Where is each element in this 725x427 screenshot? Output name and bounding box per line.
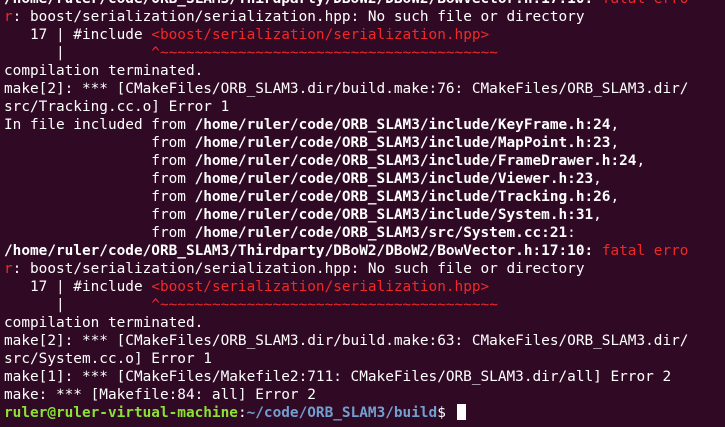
output-text: 17 | #include (4, 279, 152, 295)
file-path-text: /home/ruler/code/ORB_SLAM3/include/MapPo… (194, 135, 611, 151)
output-text: : (567, 225, 576, 241)
output-line: | ^~~~~~~~~~~~~~~~~~~~~~~~~~~~~~~~~~~~~~… (4, 44, 725, 62)
output-text: : boost/serialization/serialization.hpp:… (12, 9, 585, 25)
output-text: 17 | #include (4, 27, 152, 43)
output-text: from (4, 135, 195, 151)
output-text: from (4, 153, 195, 169)
output-text: : boost/serialization/serialization.hpp:… (12, 261, 585, 277)
terminal-output: /home/ruler/code/ORB_SLAM3/Thirdparty/DB… (4, 0, 725, 404)
file-path-text: /home/ruler/code/ORB_SLAM3/include/Viewe… (194, 171, 594, 187)
file-path-text: /home/ruler/code/ORB_SLAM3/Thirdparty/DB… (4, 243, 602, 259)
output-line: from /home/ruler/code/ORB_SLAM3/include/… (4, 152, 725, 170)
text-cursor (456, 404, 466, 420)
output-line: compilation terminated. (4, 62, 725, 80)
prompt-user-host: ruler@ruler-virtual-machine (4, 405, 238, 421)
output-line: make[2]: *** [CMakeFiles/ORB_SLAM3.dir/b… (4, 332, 725, 350)
output-text: , (610, 135, 620, 151)
output-line: compilation terminated. (4, 314, 725, 332)
output-line: from /home/ruler/code/ORB_SLAM3/include/… (4, 170, 725, 188)
prompt-separator: : (237, 405, 247, 421)
output-line: In file included from /home/ruler/code/O… (4, 116, 725, 134)
output-text: src/System.cc.o] Error 1 (4, 351, 212, 367)
output-text: make: *** [Makefile:84: all] Error 2 (4, 387, 316, 403)
error-text: r (4, 9, 13, 25)
error-text: fatal erro (601, 243, 689, 259)
output-line: 17 | #include <boost/serialization/seria… (4, 26, 725, 44)
output-text: , (610, 189, 620, 205)
output-line: /home/ruler/code/ORB_SLAM3/Thirdparty/DB… (4, 242, 725, 260)
output-text: src/Tracking.cc.o] Error 1 (4, 99, 230, 115)
output-line: r: boost/serialization/serialization.hpp… (4, 260, 725, 278)
output-line: | ^~~~~~~~~~~~~~~~~~~~~~~~~~~~~~~~~~~~~~… (4, 296, 725, 314)
output-line: /home/ruler/code/ORB_SLAM3/Thirdparty/DB… (4, 0, 725, 8)
terminal-window[interactable]: /home/ruler/code/ORB_SLAM3/Thirdparty/DB… (0, 0, 725, 421)
output-text: , (636, 153, 646, 169)
output-line: from /home/ruler/code/ORB_SLAM3/include/… (4, 134, 725, 152)
output-text: , (593, 207, 602, 223)
file-path-text: /home/ruler/code/ORB_SLAM3/include/KeyFr… (194, 117, 611, 133)
output-text: make[2]: *** [CMakeFiles/ORB_SLAM3.dir/b… (4, 333, 689, 349)
output-text: , (593, 171, 602, 187)
output-text: | (4, 45, 152, 61)
output-line: 17 | #include <boost/serialization/seria… (4, 278, 725, 296)
error-text: r (4, 261, 13, 277)
output-line: src/System.cc.o] Error 1 (4, 350, 725, 368)
output-text: from (4, 207, 195, 223)
output-text: from (4, 225, 195, 241)
output-text: , (610, 117, 620, 133)
file-path-text: /home/ruler/code/ORB_SLAM3/include/Track… (194, 189, 611, 205)
output-text: make[1]: *** [CMakeFiles/Makefile2:711: … (4, 369, 672, 385)
output-text: | (4, 297, 152, 313)
error-text: fatal erro (602, 0, 689, 7)
file-path-text: /home/ruler/code/ORB_SLAM3/include/Frame… (194, 153, 637, 169)
prompt-path: ~/code/ORB_SLAM3/build (246, 405, 438, 421)
file-path-text: /home/ruler/code/ORB_SLAM3/include/Syste… (194, 207, 594, 223)
error-text: ^~~~~~~~~~~~~~~~~~~~~~~~~~~~~~~~~~~~~~~~ (151, 45, 498, 61)
output-line: make[1]: *** [CMakeFiles/Makefile2:711: … (4, 368, 725, 386)
output-text: from (4, 171, 195, 187)
output-line: r: boost/serialization/serialization.hpp… (4, 8, 725, 26)
error-text: <boost/serialization/serialization.hpp> (151, 27, 490, 43)
output-line: from /home/ruler/code/ORB_SLAM3/src/Syst… (4, 224, 725, 242)
file-path-text: /home/ruler/code/ORB_SLAM3/src/System.cc… (194, 225, 568, 241)
output-line: src/Tracking.cc.o] Error 1 (4, 98, 725, 116)
output-text: In file included from (4, 117, 195, 133)
error-text: <boost/serialization/serialization.hpp> (151, 279, 490, 295)
output-line: make: *** [Makefile:84: all] Error 2 (4, 386, 725, 404)
prompt-symbol: $ (437, 405, 455, 421)
output-line: from /home/ruler/code/ORB_SLAM3/include/… (4, 188, 725, 206)
shell-prompt[interactable]: ruler@ruler-virtual-machine:~/code/ORB_S… (4, 404, 725, 422)
output-text: from (4, 189, 195, 205)
error-text: ^~~~~~~~~~~~~~~~~~~~~~~~~~~~~~~~~~~~~~~~ (151, 297, 498, 313)
file-path-text: /home/ruler/code/ORB_SLAM3/Thirdparty/DB… (4, 0, 602, 7)
output-text: compilation terminated. (4, 63, 204, 79)
output-line: from /home/ruler/code/ORB_SLAM3/include/… (4, 206, 725, 224)
output-text: compilation terminated. (4, 315, 204, 331)
output-line: make[2]: *** [CMakeFiles/ORB_SLAM3.dir/b… (4, 80, 725, 98)
output-text: make[2]: *** [CMakeFiles/ORB_SLAM3.dir/b… (4, 81, 689, 97)
